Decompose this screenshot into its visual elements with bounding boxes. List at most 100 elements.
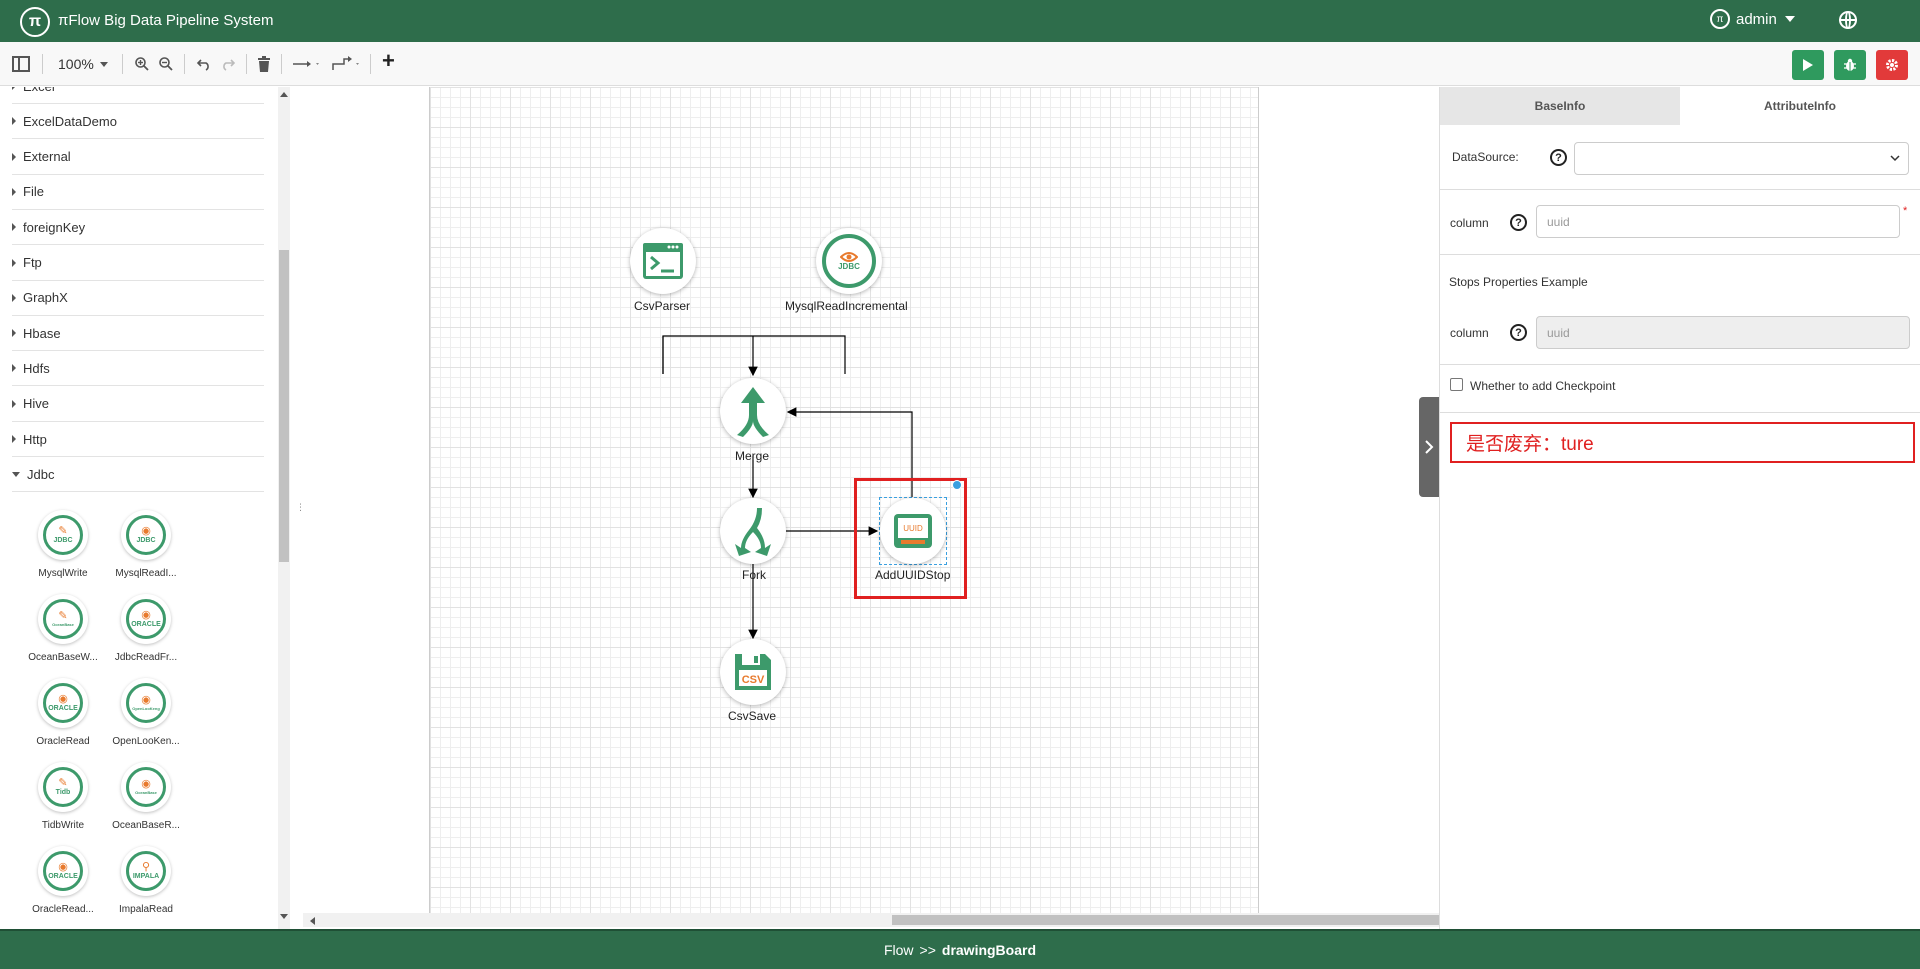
example-column-label: column [1450, 326, 1489, 340]
collapse-panel-button[interactable] [1419, 397, 1439, 497]
example-column-input: uuid [1536, 316, 1910, 349]
category-http[interactable]: Http [12, 422, 264, 457]
example-heading: Stops Properties Example [1449, 275, 1588, 289]
column-label: column [1450, 216, 1489, 230]
breadcrumb-separator: >> [919, 942, 936, 958]
category-foreignkey[interactable]: foreignKey [12, 210, 264, 246]
edge[interactable] [662, 335, 846, 374]
tab-baseinfo[interactable]: BaseInfo [1440, 87, 1680, 125]
save-icon: CSV [735, 654, 771, 690]
eye-icon: ◉ OceanBase [121, 762, 171, 812]
checkpoint-checkbox[interactable] [1450, 378, 1463, 391]
toggle-panel-icon[interactable] [12, 56, 30, 72]
category-label: GraphX [23, 290, 68, 306]
category-label: Hbase [23, 325, 61, 341]
node-merge[interactable] [720, 378, 786, 444]
app-title: πFlow Big Data Pipeline System [58, 12, 274, 29]
category-file[interactable]: File [12, 175, 264, 210]
category-label: External [23, 149, 71, 165]
category-ftp[interactable]: Ftp [12, 246, 264, 281]
connector-arrow-icon[interactable] [292, 54, 322, 74]
category-external[interactable]: External [12, 140, 264, 175]
pencil-icon: ✎ OceanBase [38, 594, 88, 644]
app-logo: π [20, 7, 50, 37]
node-label: AddUUIDStop [875, 568, 951, 582]
caret-right-icon [12, 117, 16, 126]
eye-icon: ◉ JDBC [121, 510, 171, 560]
scroll-left-arrow-icon[interactable] [308, 916, 316, 926]
debug-button[interactable] [1834, 50, 1866, 80]
zoom-out-icon[interactable] [158, 54, 174, 74]
category-label: foreignKey [23, 219, 86, 235]
tab-attributeinfo[interactable]: AttributeInfo [1680, 87, 1920, 125]
column-input[interactable]: uuid [1536, 205, 1900, 238]
category-label: Excel [23, 87, 55, 94]
category-excel[interactable]: Excel [12, 87, 264, 104]
scroll-up-arrow-icon[interactable] [279, 90, 289, 98]
toolbar-divider [281, 54, 282, 74]
datasource-row: DataSource: ? [1440, 125, 1920, 190]
node-adduuidstop[interactable]: UUID [880, 498, 946, 564]
user-avatar-icon: π [1710, 9, 1730, 29]
category-hive[interactable]: Hive [12, 387, 264, 422]
user-menu[interactable]: π admin [1710, 9, 1795, 29]
terminal-icon [643, 243, 683, 279]
caret-right-icon [12, 152, 16, 161]
stop-item[interactable]: ✎ Tidb TidbWrite [23, 762, 103, 831]
node-label: Merge [735, 449, 770, 463]
stop-item[interactable]: ◉ OceanBase OceanBaseR... [106, 762, 186, 831]
zoom-in-icon[interactable] [134, 54, 150, 74]
canvas-hscroll-thumb[interactable] [892, 915, 1439, 925]
help-icon[interactable]: ? [1550, 149, 1567, 166]
deprecated-notice: 是否废弃：ture [1450, 422, 1915, 463]
stop-item[interactable]: ◉ ORACLE OracleRead [23, 678, 103, 747]
category-jdbc[interactable]: Jdbc [12, 457, 264, 493]
stop-item[interactable]: ◉ ORACLE OracleRead... [23, 846, 103, 915]
zoom-select[interactable]: 100% [58, 54, 108, 74]
scroll-down-arrow-icon[interactable] [279, 913, 289, 921]
category-hbase[interactable]: Hbase [12, 316, 264, 352]
stop-item[interactable]: ✎ OceanBase OceanBaseW... [23, 594, 103, 663]
stop-item[interactable]: ◉ JDBC MysqlReadI... [106, 510, 186, 579]
drawing-canvas[interactable]: CsvParser JDBC MysqlReadIncremental Merg… [303, 87, 1439, 915]
sidebar-scroll-thumb[interactable] [279, 250, 289, 562]
add-icon[interactable]: + [382, 48, 395, 73]
stop-item[interactable]: ✎ JDBC MysqlWrite [23, 510, 103, 579]
help-icon[interactable]: ? [1510, 324, 1527, 341]
stop-label: MysqlWrite [38, 568, 88, 579]
settings-button[interactable] [1876, 50, 1908, 80]
node-csvsave[interactable]: CSV [720, 639, 786, 705]
globe-icon[interactable] [1839, 11, 1857, 29]
caret-right-icon [12, 293, 16, 302]
stop-label: JdbcReadFr... [114, 652, 178, 663]
help-icon[interactable]: ? [1510, 214, 1527, 231]
undo-icon[interactable] [196, 54, 212, 74]
caret-right-icon [12, 399, 16, 408]
datasource-select[interactable] [1574, 142, 1909, 175]
chevron-right-icon [1425, 440, 1434, 454]
redo-icon[interactable] [220, 54, 236, 74]
caret-right-icon [12, 187, 16, 196]
category-hdfs[interactable]: Hdfs [12, 351, 264, 387]
toolbar-divider [246, 54, 247, 74]
example-section: Stops Properties Example column ? uuid [1440, 255, 1920, 365]
panel-tabs: BaseInfo AttributeInfo [1440, 87, 1920, 125]
eye-icon: ◉ ORACLE [38, 678, 88, 728]
category-graphx[interactable]: GraphX [12, 281, 264, 316]
required-mark: * [1903, 205, 1908, 217]
category-exceldatademo[interactable]: ExcelDataDemo [12, 104, 264, 140]
breadcrumb-flow[interactable]: Flow [884, 942, 914, 958]
node-csvparser[interactable] [630, 228, 696, 294]
node-label: CsvSave [728, 709, 777, 723]
waypoint-style-icon[interactable] [332, 54, 362, 74]
delete-icon[interactable] [257, 54, 271, 74]
stop-item[interactable]: ⚲ IMPALA ImpalaRead [106, 846, 186, 915]
stop-item[interactable]: ◉ ORACLE JdbcReadFr... [106, 594, 186, 663]
stop-item[interactable]: ◉ OpenLooKeng OpenLooKen... [106, 678, 186, 747]
run-button[interactable] [1792, 50, 1824, 80]
node-fork[interactable] [720, 498, 786, 564]
stop-label: OracleRead... [32, 904, 94, 915]
node-mysqlreadincremental[interactable]: JDBC [816, 228, 882, 294]
resize-handle[interactable] [952, 480, 962, 490]
stop-badge: OpenLooKeng [132, 706, 160, 711]
